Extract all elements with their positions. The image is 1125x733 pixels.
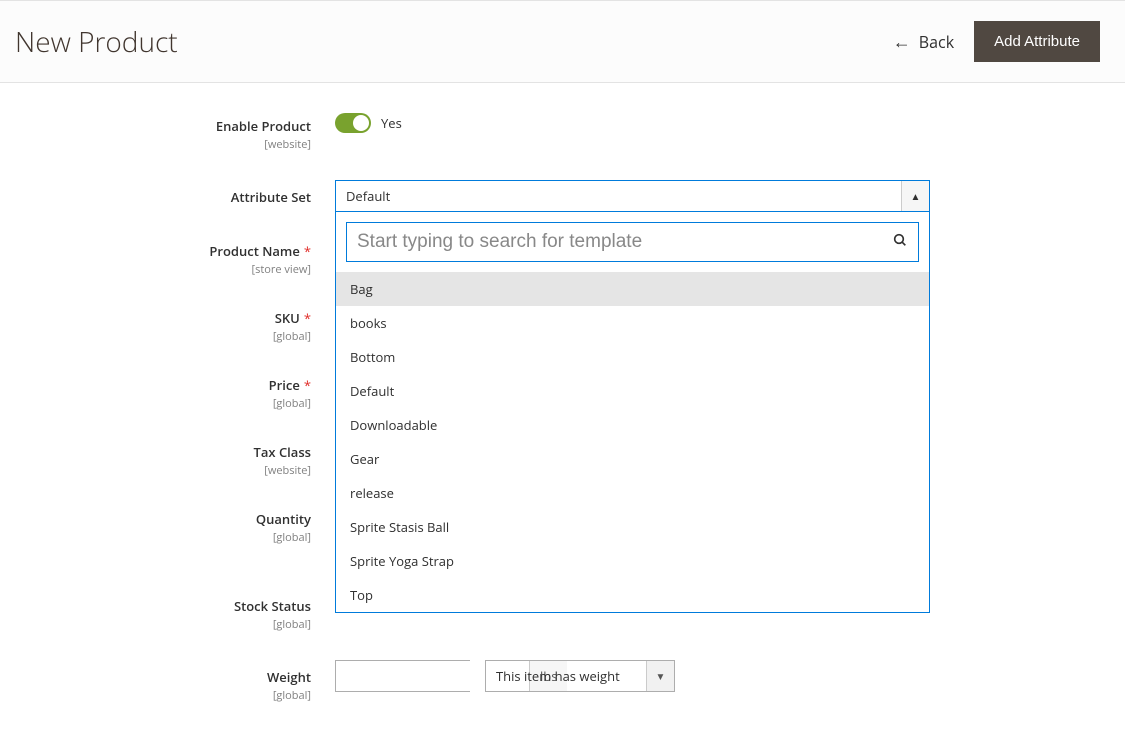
attribute-set-option[interactable]: Downloadable xyxy=(336,408,929,442)
control-col: Default ▲ BagbooksBottomDef xyxy=(335,180,935,212)
attribute-set-option[interactable]: books xyxy=(336,306,929,340)
weight-has-weight-select[interactable]: This item has weight ▼ xyxy=(485,660,675,692)
attribute-set-label: Attribute Set xyxy=(231,188,311,206)
label-col: Price* [global] xyxy=(15,372,335,411)
product-name-label: Product Name xyxy=(209,242,299,260)
stock-status-label: Stock Status xyxy=(234,597,311,615)
product-form: Enable Product [website] Yes Attribute S… xyxy=(0,83,1125,733)
weight-scope: [global] xyxy=(15,688,311,703)
attribute-set-option[interactable]: Sprite Yoga Strap xyxy=(336,544,929,578)
label-col: Tax Class [website] xyxy=(15,439,335,478)
page-title: New Product xyxy=(15,23,178,61)
tax-class-label: Tax Class xyxy=(254,443,311,461)
attribute-set-row: Attribute Set Default ▲ xyxy=(15,180,1110,212)
attribute-set-option[interactable]: Bottom xyxy=(336,340,929,374)
required-marker: * xyxy=(304,242,311,260)
enable-product-value: Yes xyxy=(381,114,402,132)
search-wrap xyxy=(336,212,929,272)
attribute-set-option[interactable]: release xyxy=(336,476,929,510)
attribute-set-dropdown: BagbooksBottomDefaultDownloadableGearrel… xyxy=(335,212,930,613)
enable-product-scope: [website] xyxy=(15,137,311,152)
back-button[interactable]: ← Back xyxy=(893,31,954,53)
label-col: Attribute Set xyxy=(15,180,335,206)
back-label: Back xyxy=(919,31,954,53)
attribute-set-option[interactable]: Bag xyxy=(336,272,929,306)
label-col: Enable Product [website] xyxy=(15,113,335,152)
label-col: Product Name * [store view] xyxy=(15,238,335,277)
chevron-up-icon: ▲ xyxy=(901,181,929,211)
enable-product-label: Enable Product xyxy=(216,117,311,135)
price-label: Price xyxy=(269,376,300,394)
page-header: New Product ← Back Add Attribute xyxy=(0,0,1125,83)
attribute-set-option[interactable]: Top xyxy=(336,578,929,612)
enable-product-toggle[interactable] xyxy=(335,113,371,133)
quantity-label: Quantity xyxy=(256,510,311,528)
label-col: Stock Status [global] xyxy=(15,593,335,632)
enable-product-row: Enable Product [website] Yes xyxy=(15,113,1110,152)
sku-label: SKU xyxy=(275,309,300,327)
weight-row: Weight [global] lbs This item has weight… xyxy=(15,660,1110,703)
header-actions: ← Back Add Attribute xyxy=(893,21,1100,62)
arrow-left-icon: ← xyxy=(893,33,911,51)
attribute-set-option[interactable]: Default xyxy=(336,374,929,408)
required-marker: * xyxy=(304,309,311,327)
search-icon xyxy=(892,231,908,253)
required-marker: * xyxy=(304,376,311,394)
attribute-set-search-input[interactable] xyxy=(347,223,918,261)
attribute-set-select[interactable]: Default ▲ xyxy=(335,180,930,212)
toggle-wrap: Yes xyxy=(335,113,935,133)
attribute-set-option[interactable]: Sprite Stasis Ball xyxy=(336,510,929,544)
label-col: Quantity [global] xyxy=(15,506,335,545)
weight-has-weight-text: This item has weight xyxy=(486,661,646,691)
label-col: SKU* [global] xyxy=(15,305,335,344)
quantity-scope: [global] xyxy=(15,530,311,545)
product-name-scope: [store view] xyxy=(15,262,311,277)
control-col: lbs This item has weight ▼ xyxy=(335,660,935,692)
price-scope: [global] xyxy=(15,396,311,411)
add-attribute-button[interactable]: Add Attribute xyxy=(974,21,1100,62)
attribute-set-selected: Default xyxy=(336,187,901,205)
chevron-down-icon: ▼ xyxy=(646,661,674,691)
weight-controls: lbs This item has weight ▼ xyxy=(335,660,935,692)
attribute-set-options: BagbooksBottomDefaultDownloadableGearrel… xyxy=(336,272,929,612)
weight-input-wrap: lbs xyxy=(335,660,470,692)
sku-scope: [global] xyxy=(15,329,311,344)
label-col: Weight [global] xyxy=(15,660,335,703)
attribute-set-option[interactable]: Gear xyxy=(336,442,929,476)
tax-class-scope: [website] xyxy=(15,463,311,478)
search-input-wrap xyxy=(346,222,919,262)
control-col: Yes xyxy=(335,113,935,133)
weight-label: Weight xyxy=(267,668,311,686)
